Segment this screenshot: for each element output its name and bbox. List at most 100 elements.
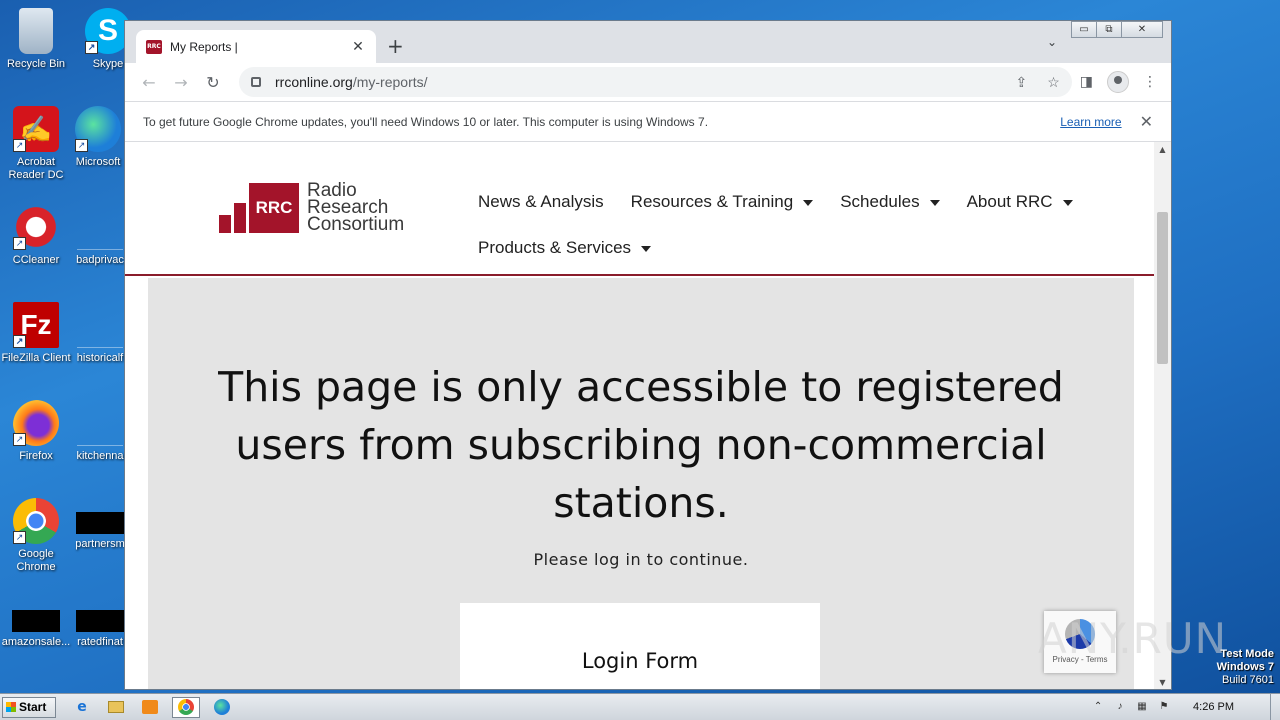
page-viewport: RRC Radio Research Consortium News & Ana… [125,142,1156,689]
desktop-icon-label: kitchenna [76,450,124,462]
logo-bars-icon [219,203,246,233]
login-prompt: Please log in to continue. [533,550,749,569]
shortcut-arrow-icon: ↗ [85,41,98,54]
desktop-icon-firefox[interactable]: ↗ Firefox [0,400,72,463]
file-icon [77,204,123,250]
new-tab-button[interactable]: + [387,34,404,58]
desktop-icon-file[interactable]: amazonsale... [0,596,72,649]
desktop-icon-label: badprivac [76,254,124,266]
nav-resources-training[interactable]: Resources & Training [631,192,814,238]
caret-down-icon [641,245,652,252]
taskbar: Start e ⌃ ♪ ▦ ⚑ 4:26 PM [0,693,1280,720]
show-desktop-button[interactable] [1270,694,1280,720]
chrome-taskbar-icon[interactable] [172,696,200,718]
nav-schedules[interactable]: Schedules [840,192,940,238]
logo-text: Radio Research Consortium [307,181,405,235]
nav-about-rrc[interactable]: About RRC [967,192,1073,238]
page-scrollbar[interactable]: ▲ ▼ [1154,142,1171,689]
desktop-icon-label: Google Chrome [16,548,56,573]
lock-icon[interactable] [251,77,261,87]
chrome-menu-icon[interactable]: ⋮ [1143,74,1157,90]
start-button[interactable]: Start [2,696,56,718]
minimize-button[interactable]: ▭ [1071,21,1097,38]
logo-line-consortium: Consortium [307,214,405,235]
caret-down-icon [1062,199,1073,206]
desktop-icon-label: partnersm [75,538,125,550]
desktop-icon-label: Acrobat Reader DC [8,156,64,181]
forward-arrow-icon[interactable]: → [165,73,197,92]
desktop-icon-chrome[interactable]: ↗ Google Chrome [0,498,72,574]
toolbar-right: ◨ ⋮ [1080,71,1163,93]
main-nav: News & Analysis Resources & Training Sch… [478,192,1118,284]
reload-icon[interactable]: ↻ [197,73,229,92]
edge-taskbar-icon[interactable] [210,697,234,718]
chrome-icon: ↗ [13,498,59,544]
desktop-icon-recycle-bin[interactable]: Recycle Bin [0,8,72,71]
share-icon[interactable]: ⇪ [1015,74,1027,91]
file-explorer-icon[interactable] [104,697,128,718]
show-hidden-icons-icon[interactable]: ⌃ [1091,701,1105,713]
firefox-icon: ↗ [13,400,59,446]
caret-down-icon [929,199,940,206]
edge-icon: ↗ [75,106,121,152]
tab-title: My Reports | [170,39,238,54]
test-mode-label: Test Mode [1220,648,1274,660]
windows-build: Build 7601 [1222,674,1274,686]
logo-box: RRC [249,183,299,233]
scroll-up-icon[interactable]: ▲ [1154,142,1171,158]
caret-down-icon [803,199,814,206]
update-infobar: To get future Google Chrome updates, you… [125,101,1171,142]
clock[interactable]: 4:26 PM [1193,701,1234,713]
rrc-logo[interactable]: RRC Radio Research Consortium [219,181,405,235]
omnibox-actions: ⇪ ☆ [1015,74,1059,91]
action-center-flag-icon[interactable]: ⚑ [1157,701,1171,713]
tab-search-icon[interactable]: ⌄ [1047,35,1057,49]
infobar-message: To get future Google Chrome updates, you… [143,114,709,129]
nav-schedules-label: Schedules [840,192,920,211]
desktop-icon-label: Skype [92,58,124,70]
address-bar[interactable]: rrconline.org/my-reports/ ⇪ ☆ [239,67,1072,97]
desktop-icon-ccleaner[interactable]: ↗ CCleaner [0,204,72,267]
bookmark-star-icon[interactable]: ☆ [1047,74,1060,91]
side-panel-icon[interactable]: ◨ [1080,74,1093,90]
back-arrow-icon[interactable]: ← [133,73,165,92]
media-player-icon[interactable] [138,697,162,718]
scroll-down-icon[interactable]: ▼ [1154,675,1171,689]
recycle-bin-icon [19,8,53,54]
close-window-button[interactable]: ✕ [1121,21,1163,38]
desktop-icon-label: historicalf [76,352,124,364]
rrc-favicon-icon: RRC [146,39,162,54]
infobar-close-icon[interactable]: ✕ [1140,112,1153,132]
internet-explorer-icon[interactable]: e [70,697,94,718]
learn-more-link[interactable]: Learn more [1060,115,1121,129]
nav-products-label: Products & Services [478,238,632,257]
tab-close-icon[interactable]: ✕ [350,39,366,55]
site-header: RRC Radio Research Consortium News & Ana… [125,142,1156,276]
login-form-title: Login Form [581,649,699,673]
system-tray: ⌃ ♪ ▦ ⚑ 4:26 PM [1091,701,1270,713]
file-icon [77,302,123,348]
profile-avatar-icon[interactable] [1107,71,1129,93]
tab-my-reports[interactable]: RRC My Reports | ✕ [136,30,376,63]
filezilla-icon: Fz ↗ [13,302,59,348]
desktop-icon-filezilla[interactable]: Fz ↗ FileZilla Client [0,302,72,365]
shortcut-arrow-icon: ↗ [13,531,26,544]
browser-toolbar: ← → ↻ rrconline.org/my-reports/ ⇪ ☆ ◨ ⋮ [125,63,1171,101]
shortcut-arrow-icon: ↗ [13,335,26,348]
file-icon [76,512,124,534]
shortcut-arrow-icon: ↗ [13,139,26,152]
volume-icon[interactable]: ♪ [1113,701,1127,713]
login-form-card: Login Form [460,603,820,689]
desktop-icon-label: Recycle Bin [6,58,66,70]
scroll-thumb[interactable] [1157,212,1168,364]
nav-news-label: News & Analysis [478,192,604,211]
restore-button[interactable]: ⧉ [1096,21,1122,38]
nav-news-analysis[interactable]: News & Analysis [478,192,604,238]
network-icon[interactable]: ▦ [1135,701,1149,713]
url-host: rrconline.org [275,74,353,90]
shortcut-arrow-icon: ↗ [75,139,88,152]
nav-resources-label: Resources & Training [630,192,794,211]
window-controls: ▭ ⧉ ✕ [1071,21,1163,38]
acrobat-icon: ✍ ↗ [13,106,59,152]
anyrun-watermark: ANY.RUN [1038,614,1227,663]
